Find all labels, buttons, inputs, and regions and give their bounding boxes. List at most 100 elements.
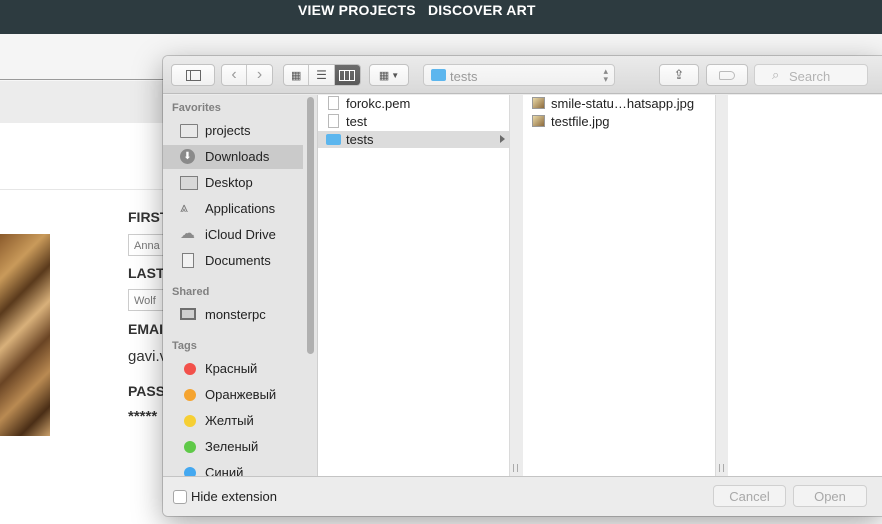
sidebar-toggle-button[interactable] (171, 64, 215, 86)
tag-color-dot (184, 467, 196, 476)
file-row-smile-status[interactable]: smile-statu…hatsapp.jpg (523, 95, 715, 112)
sidebar-item-label: Желтый (205, 413, 254, 428)
sidebar-item-label: Зеленый (205, 439, 259, 454)
nav-discover-art[interactable]: DISCOVER ART (428, 2, 536, 18)
nav-view-projects[interactable]: VIEW PROJECTS (298, 2, 416, 18)
document-icon (328, 114, 339, 128)
cancel-button[interactable]: Cancel (713, 485, 786, 507)
file-open-dialog: ‹ › ▦ ☰ ▦ ▼ tests ▴ ▾ ⇪ ⌕ Search Favorit… (163, 56, 882, 516)
sidebar-item-monsterpc[interactable]: monsterpc (163, 303, 303, 327)
chevron-down-icon: ▼ (391, 70, 400, 80)
forward-button[interactable]: › (247, 65, 272, 85)
folder-icon (180, 124, 198, 138)
computer-icon (180, 308, 196, 320)
arrange-grid-icon: ▦ (378, 69, 390, 82)
arrange-button[interactable]: ▦ ▼ (369, 64, 409, 86)
sidebar-tag-green[interactable]: Зеленый (163, 435, 303, 459)
sidebar-item-label: monsterpc (205, 307, 266, 322)
card-divider (0, 189, 170, 190)
path-popup[interactable]: tests ▴ ▾ (423, 64, 615, 86)
search-icon: ⌕ (772, 67, 780, 82)
back-button[interactable]: ‹ (222, 65, 248, 85)
sidebar-item-label: Красный (205, 361, 258, 376)
email-label: EMAI (128, 321, 163, 337)
dialog-toolbar: ‹ › ▦ ☰ ▦ ▼ tests ▴ ▾ ⇪ ⌕ Search (163, 56, 882, 94)
image-file-icon (532, 115, 545, 127)
hide-extension-label: Hide extension (191, 489, 277, 504)
browser-column-1: forokc.pem test tests (318, 95, 518, 476)
email-value: gavi.v (128, 348, 168, 365)
tag-color-dot (184, 389, 196, 401)
tag-color-dot (184, 363, 196, 375)
downloads-icon: ⬇ (180, 149, 195, 164)
document-icon (328, 96, 339, 110)
open-button[interactable]: Open (793, 485, 867, 507)
desktop-icon (180, 176, 198, 190)
sidebar-tag-red[interactable]: Красный (163, 357, 303, 381)
sidebar-tag-orange[interactable]: Оранжевый (163, 383, 303, 407)
file-name: forokc.pem (346, 96, 411, 111)
sidebar-item-label: Оранжевый (205, 387, 277, 402)
file-row-forokc-pem[interactable]: forokc.pem (318, 95, 509, 112)
up-down-chevron-icon: ▴ ▾ (603, 66, 608, 84)
sidebar-item-icloud-drive[interactable]: ☁ iCloud Drive (163, 223, 303, 247)
sidebar-item-downloads[interactable]: ⬇ Downloads (163, 145, 303, 169)
path-popup-label: tests (450, 69, 478, 84)
hide-extension-checkbox[interactable] (173, 490, 187, 504)
tag-color-dot (184, 441, 196, 453)
sidebar-item-applications[interactable]: ⩓ Applications (163, 197, 303, 221)
shared-heading: Shared (172, 286, 210, 298)
password-value: ***** (128, 408, 158, 425)
sidebar-item-label: iCloud Drive (205, 227, 276, 242)
sidebar-item-label: Applications (205, 201, 276, 216)
file-name: tests (346, 132, 374, 147)
columns-icon (339, 69, 356, 81)
grid-icon: ▦ (290, 69, 302, 82)
favorites-heading: Favorites (172, 102, 221, 114)
list-view-button[interactable]: ☰ (309, 65, 335, 85)
file-row-test[interactable]: test (318, 113, 509, 130)
password-label: PASS (128, 383, 166, 399)
column-view-button[interactable] (334, 65, 360, 85)
sidebar-tag-blue[interactable]: Синий (163, 461, 303, 476)
view-mode-control: ▦ ☰ (283, 64, 361, 86)
dialog-sidebar: Favorites projects ⬇ Downloads Desktop ⩓… (163, 95, 318, 476)
sidebar-item-label: Documents (205, 253, 271, 268)
folder-icon (326, 134, 341, 145)
disclosure-arrow-icon (500, 135, 505, 143)
sidebar-item-label: Desktop (205, 175, 253, 190)
sidebar-item-label: Синий (205, 465, 244, 476)
tag-button[interactable] (706, 64, 748, 86)
share-button[interactable]: ⇪ (659, 64, 699, 86)
sidebar-icon (185, 69, 201, 81)
back-forward-control: ‹ › (221, 64, 273, 86)
sidebar-item-documents[interactable]: Documents (163, 249, 303, 273)
search-input[interactable]: ⌕ Search (754, 64, 868, 86)
sidebar-item-desktop[interactable]: Desktop (163, 171, 303, 195)
tags-heading: Tags (172, 340, 197, 352)
file-name: smile-statu…hatsapp.jpg (551, 96, 695, 111)
dialog-footer: Hide extension Cancel Open (163, 476, 882, 516)
icon-view-button[interactable]: ▦ (284, 65, 310, 85)
chevron-left-icon: ‹ (231, 66, 237, 83)
sidebar-item-label: Downloads (205, 149, 270, 164)
sidebar-tag-yellow[interactable]: Желтый (163, 409, 303, 433)
column-resize-handle[interactable] (719, 464, 724, 472)
search-placeholder: Search (789, 69, 831, 84)
sidebar-item-projects[interactable]: projects (163, 119, 303, 143)
site-nav-bar: VIEW PROJECTS DISCOVER ART (0, 0, 882, 34)
share-icon: ⇪ (673, 67, 685, 82)
folder-icon (431, 69, 446, 81)
last-name-label: LAST (128, 265, 165, 281)
tag-color-dot (184, 415, 196, 427)
chevron-right-icon: › (256, 66, 263, 83)
file-row-tests[interactable]: tests (318, 131, 509, 148)
column-resize-handle[interactable] (513, 464, 518, 472)
file-row-testfile-jpg[interactable]: testfile.jpg (523, 113, 715, 130)
cloud-icon: ☁ (180, 225, 195, 242)
applications-icon: ⩓ (180, 199, 188, 215)
profile-photo (0, 234, 50, 436)
browser-column-3 (728, 95, 882, 476)
sidebar-item-label: projects (205, 123, 251, 138)
sidebar-scrollbar[interactable] (307, 97, 314, 354)
